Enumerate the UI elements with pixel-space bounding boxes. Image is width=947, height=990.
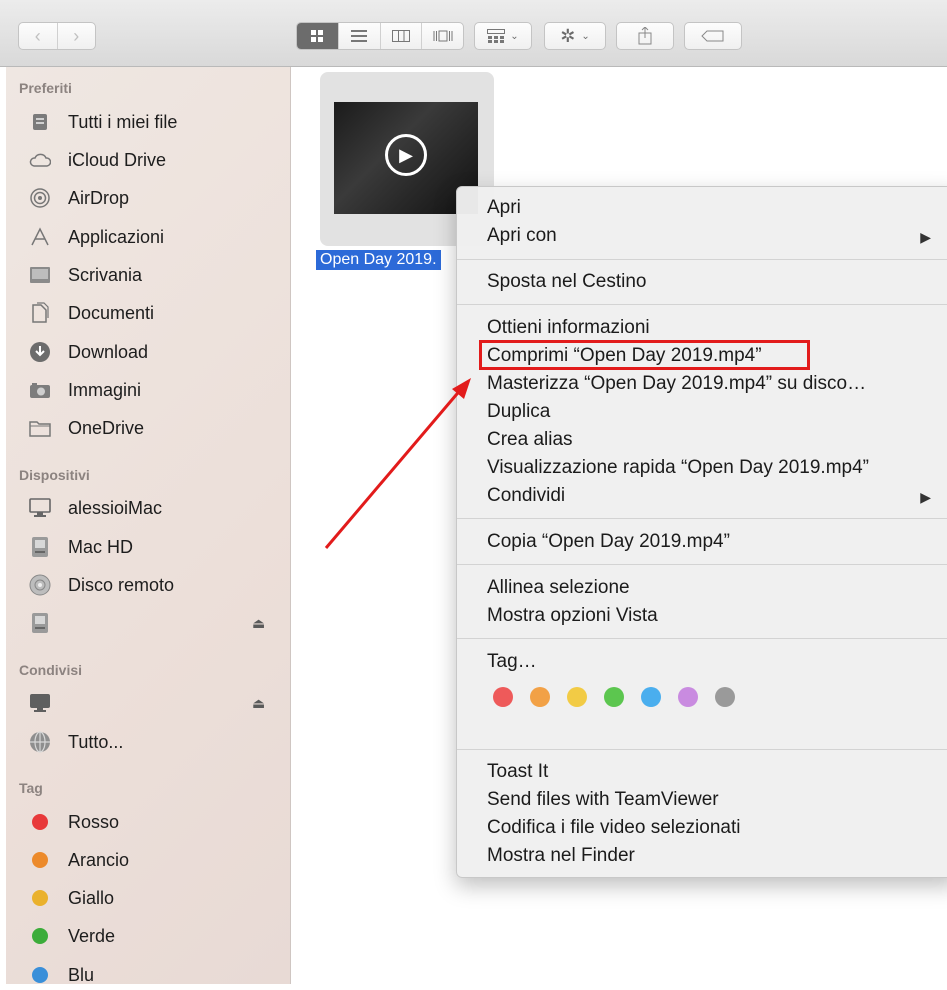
red-arrow-icon bbox=[324, 378, 471, 549]
